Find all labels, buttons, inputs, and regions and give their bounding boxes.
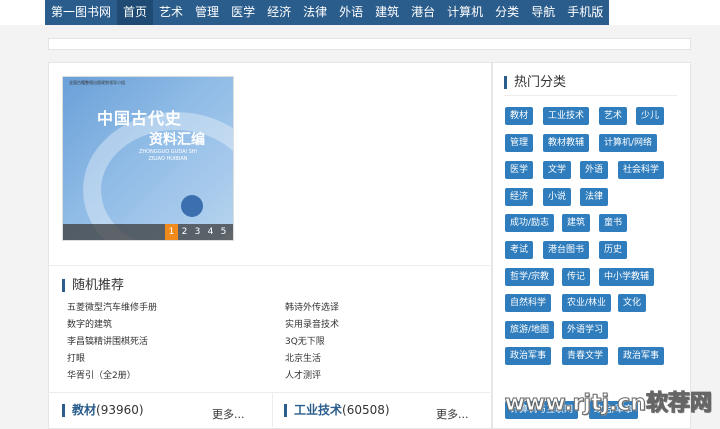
tag-culture[interactable]: 文化: [618, 294, 647, 312]
random-item[interactable]: 实用录音技术: [285, 317, 339, 330]
nav-site-name[interactable]: 第一图书网: [45, 0, 117, 25]
cover-header-text: 全国古籍整理出版规划领导小组: [69, 80, 125, 85]
tag-language-learning[interactable]: 外语学习: [562, 321, 609, 339]
tag-youth-literature[interactable]: 青春文学: [562, 347, 609, 365]
pager-page-3[interactable]: 3: [191, 224, 204, 240]
tag-social-science[interactable]: 社会科学: [618, 161, 665, 179]
category-textbook-name[interactable]: 教材: [72, 403, 96, 417]
nav-category[interactable]: 分类: [489, 0, 525, 25]
hot-categories-title: 热门分类: [504, 76, 566, 89]
tag-economics[interactable]: 经济: [505, 188, 534, 206]
tag-literature[interactable]: 文学: [543, 161, 572, 179]
tag-exam[interactable]: 考试: [505, 241, 534, 259]
slider-pager: 1 2 3 4 5: [63, 224, 233, 240]
random-title: 随机推荐: [62, 279, 124, 292]
tag-hktw-books[interactable]: 港台图书: [543, 241, 590, 259]
nav-mobile[interactable]: 手机版: [561, 0, 609, 25]
cover-pinyin: ZHONGGUO GUDAI SHI ZILIAO HUIBIAN: [139, 149, 197, 163]
tag-foreign-language[interactable]: 外语: [580, 161, 609, 179]
cover-pinyin-line2: ZILIAO HUIBIAN: [148, 156, 188, 162]
tag-architecture[interactable]: 建筑: [562, 214, 591, 232]
nav-home[interactable]: 首页: [117, 0, 154, 25]
tag-natural-science[interactable]: 自然科学: [505, 294, 552, 312]
tag-kids[interactable]: 少儿: [636, 107, 665, 125]
pager-page-5[interactable]: 5: [217, 224, 230, 240]
tag-politics-military-2[interactable]: 政治军事: [618, 347, 665, 365]
random-item[interactable]: 3Q无下限: [285, 334, 325, 347]
site-watermark: www.rjtj.cn软荐网: [504, 391, 712, 417]
nav-art[interactable]: 艺术: [153, 0, 189, 25]
pager-page-4[interactable]: 4: [204, 224, 217, 240]
banner-strip: [48, 38, 691, 50]
nav-economics[interactable]: 经济: [261, 0, 297, 25]
book-cover-slider[interactable]: 全国古籍整理出版规划领导小组 中国古代史 资料汇编 ZHONGGUO GUDAI…: [62, 76, 234, 241]
tag-travel-maps[interactable]: 旅游/地图: [505, 321, 555, 339]
tag-teaching-aids[interactable]: 教材教辅: [543, 134, 590, 152]
random-item[interactable]: 华胥引（全2册）: [67, 368, 136, 381]
random-item[interactable]: 数字的建筑: [67, 317, 112, 330]
category-industry-name[interactable]: 工业技术: [294, 403, 342, 417]
pager-page-2[interactable]: 2: [178, 224, 191, 240]
category-textbook-more-link[interactable]: 更多...: [212, 406, 245, 422]
nav-medicine[interactable]: 医学: [225, 0, 261, 25]
category-industry-more-link[interactable]: 更多...: [436, 406, 469, 422]
tag-biography[interactable]: 传记: [562, 268, 591, 286]
tag-computer-network[interactable]: 计算机/网络: [599, 134, 658, 152]
tag-politics-military[interactable]: 政治军事: [505, 347, 552, 365]
publisher-logo: [181, 195, 203, 217]
nav-foreign-language[interactable]: 外语: [333, 0, 369, 25]
random-item[interactable]: 五菱微型汽车维修手册: [67, 300, 157, 313]
divider: [272, 392, 273, 427]
tag-philosophy[interactable]: 哲学/宗教: [505, 268, 555, 286]
category-industry-title[interactable]: 工业技术(60508): [284, 404, 390, 417]
nav-hktw[interactable]: 港台: [405, 0, 441, 25]
tag-management[interactable]: 管理: [505, 134, 534, 152]
nav-architecture[interactable]: 建筑: [369, 0, 405, 25]
tag-industry[interactable]: 工业技术: [543, 107, 590, 125]
divider: [48, 265, 490, 266]
tag-success[interactable]: 成功/励志: [505, 214, 555, 232]
pager-page-1[interactable]: 1: [165, 224, 178, 240]
nav-law[interactable]: 法律: [297, 0, 333, 25]
random-item[interactable]: 打眼: [67, 351, 85, 364]
tag-children-books[interactable]: 童书: [599, 214, 628, 232]
nav-guide[interactable]: 导航: [525, 0, 561, 25]
random-item[interactable]: 韩诗外传选译: [285, 300, 339, 313]
category-textbook-count: (93960): [96, 403, 144, 417]
tag-k12-aids[interactable]: 中小学教辅: [599, 268, 655, 286]
divider: [504, 95, 677, 96]
tag-law[interactable]: 法律: [580, 188, 609, 206]
random-item[interactable]: 人才测评: [285, 368, 321, 381]
nav-computer[interactable]: 计算机: [441, 0, 489, 25]
cover-pinyin-line1: ZHONGGUO GUDAI SHI: [139, 149, 197, 155]
tag-agriculture[interactable]: 农业/林业: [562, 294, 612, 312]
tag-art[interactable]: 艺术: [599, 107, 628, 125]
divider: [48, 392, 490, 393]
nav-management[interactable]: 管理: [189, 0, 225, 25]
category-textbook-title[interactable]: 教材(93960): [62, 404, 144, 417]
random-item[interactable]: 李昌镐精讲围棋死活: [67, 334, 148, 347]
tag-history[interactable]: 历史: [599, 241, 628, 259]
cover-subtitle: 资料汇编: [149, 132, 205, 148]
random-item[interactable]: 北京生活: [285, 351, 321, 364]
category-industry-count: (60508): [342, 403, 390, 417]
main-nav: 第一图书网 首页 艺术 管理 医学 经济 法律 外语 建筑 港台 计算机 分类 …: [45, 0, 610, 25]
tag-medicine[interactable]: 医学: [505, 161, 534, 179]
top-bar: 第一图书网 首页 艺术 管理 医学 经济 法律 外语 建筑 港台 计算机 分类 …: [0, 0, 720, 25]
cover-title: 中国古代史: [97, 109, 183, 128]
tag-textbook[interactable]: 教材: [505, 107, 534, 125]
tag-novel[interactable]: 小说: [543, 188, 572, 206]
